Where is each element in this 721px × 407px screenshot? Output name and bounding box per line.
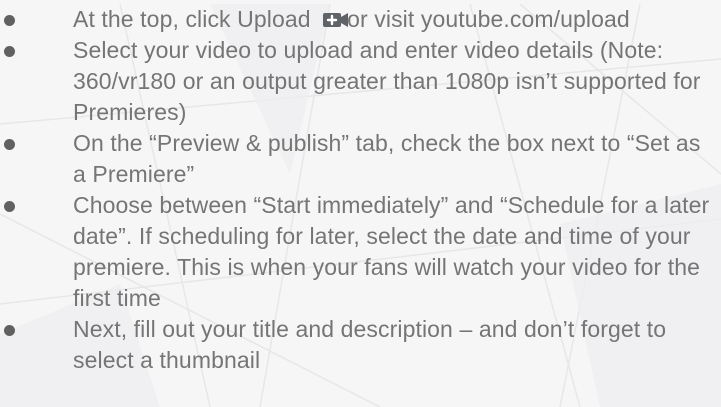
list-item: At the top, click Upload or visit youtub… [0,4,721,35]
step-3-text: On the “Preview & publish” tab, check th… [73,130,701,187]
step-4-text: Choose between “Start immediately” and “… [73,192,710,311]
bullet-icon [4,139,15,150]
video-upload-icon [323,13,349,27]
bullet-icon [4,325,15,336]
bullet-icon [4,46,15,57]
bullet-icon [4,201,15,212]
list-item: Next, fill out your title and descriptio… [0,314,721,376]
step-2-text: Select your video to upload and enter vi… [73,37,701,125]
steps-list: At the top, click Upload or visit youtub… [0,4,721,376]
list-item: Choose between “Start immediately” and “… [0,190,721,314]
step-1-text-after: or visit youtube.com/upload [347,6,630,32]
list-item: On the “Preview & publish” tab, check th… [0,128,721,190]
instructions: At the top, click Upload or visit youtub… [0,4,721,376]
list-item: Select your video to upload and enter vi… [0,35,721,128]
bullet-icon [4,15,15,26]
step-1-text-before: At the top, click Upload [73,6,318,32]
step-5-text: Next, fill out your title and descriptio… [73,316,667,373]
